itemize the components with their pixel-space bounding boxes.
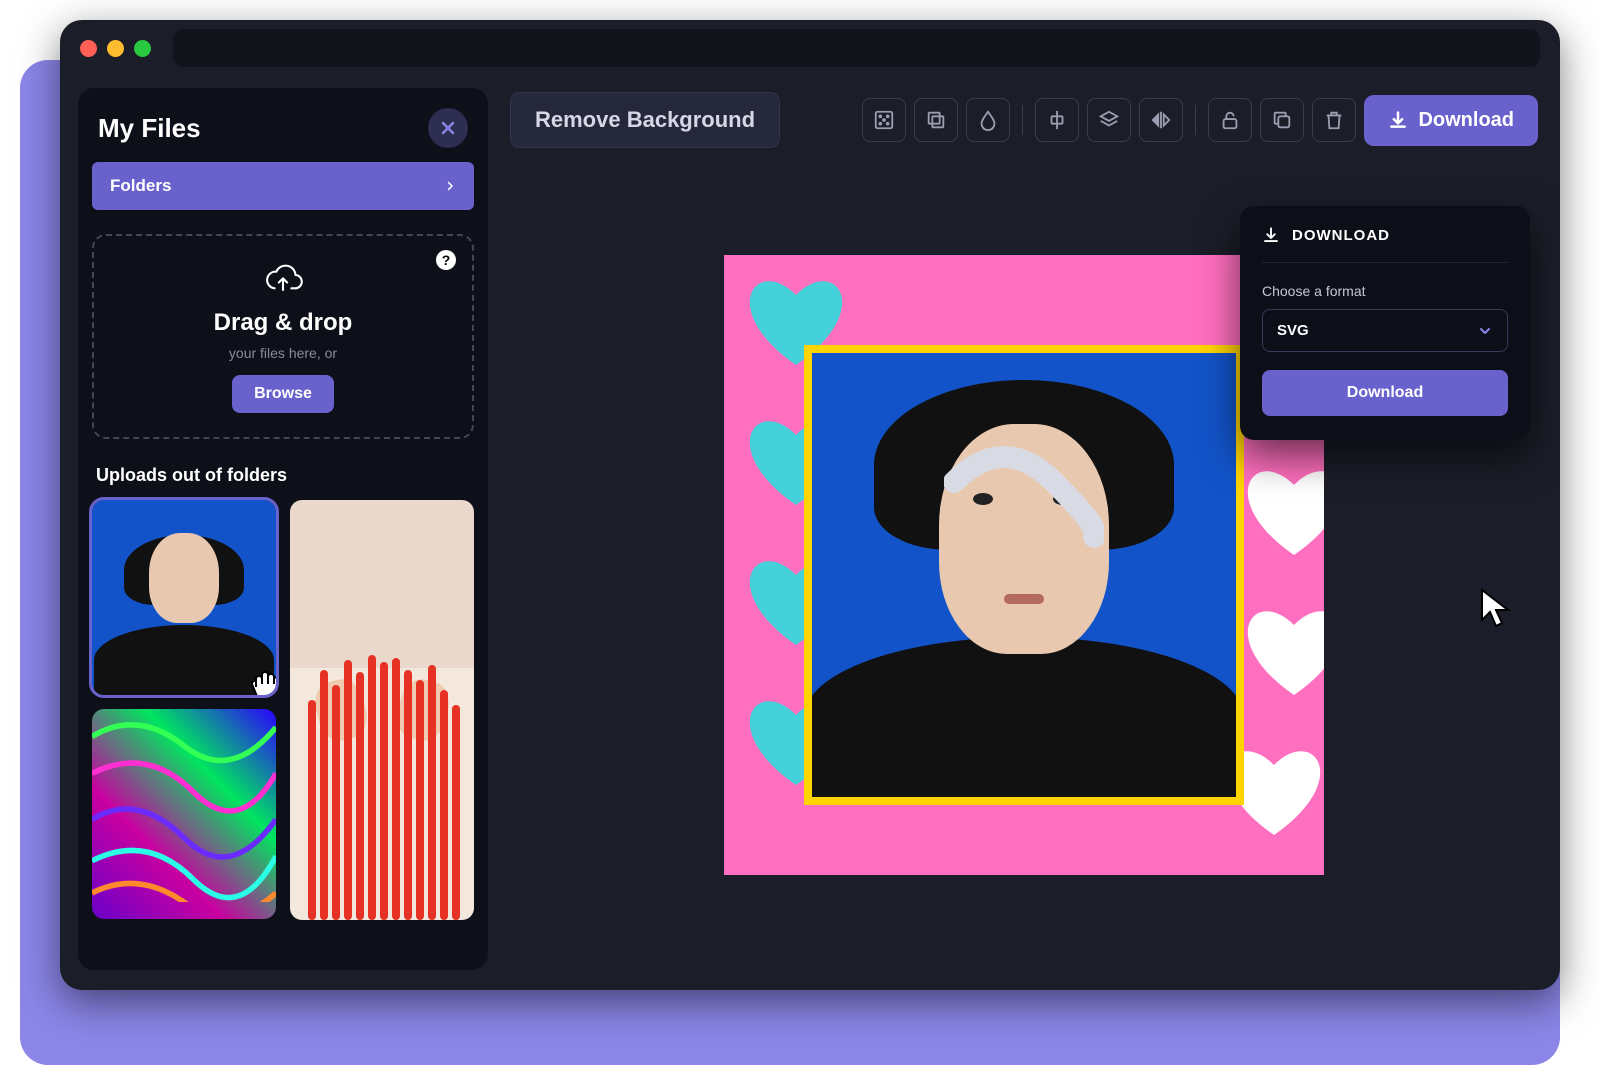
copy-icon[interactable] — [1260, 98, 1304, 142]
toolbar-divider — [1022, 105, 1023, 135]
format-selected-value: SVG — [1277, 322, 1309, 339]
dropzone-title: Drag & drop — [214, 309, 353, 337]
mouse-cursor-icon — [1476, 586, 1518, 628]
toolbar-icon-group: Download — [862, 95, 1538, 146]
heart-shape-white — [1234, 595, 1324, 703]
toolbar-divider — [1195, 105, 1196, 135]
heart-shape-white — [1234, 455, 1324, 563]
close-sidebar-button[interactable] — [428, 108, 468, 148]
format-select[interactable]: SVG — [1262, 309, 1508, 352]
layers-icon[interactable] — [1087, 98, 1131, 142]
download-panel-heading: DOWNLOAD — [1292, 227, 1390, 244]
framed-photo[interactable] — [804, 345, 1244, 805]
upload-dropzone[interactable]: ? Drag & drop your files here, or Browse — [92, 234, 474, 439]
close-icon — [438, 118, 458, 138]
chevron-right-icon — [444, 179, 456, 193]
thumbnail-red-braids[interactable] — [290, 500, 474, 920]
duplicate-icon[interactable] — [914, 98, 958, 142]
dropzone-subtitle: your files here, or — [229, 345, 337, 361]
artboard[interactable] — [724, 255, 1324, 875]
thumbnail-portrait-blue[interactable] — [92, 500, 276, 695]
opacity-drop-icon[interactable] — [966, 98, 1010, 142]
help-icon[interactable]: ? — [436, 250, 456, 270]
files-sidebar: My Files Folders ? Drag & drop your file… — [78, 88, 488, 970]
folders-label: Folders — [110, 176, 171, 196]
address-bar[interactable] — [173, 29, 1540, 67]
browse-button[interactable]: Browse — [232, 375, 334, 413]
background-pattern-icon[interactable] — [862, 98, 906, 142]
window-controls — [80, 40, 151, 57]
thumbnail-abstract-swirl[interactable] — [92, 709, 276, 919]
unlock-icon[interactable] — [1208, 98, 1252, 142]
download-panel: DOWNLOAD Choose a format SVG Download — [1240, 206, 1530, 440]
window-titlebar — [60, 20, 1560, 76]
download-panel-header: DOWNLOAD — [1262, 226, 1508, 263]
close-window-button[interactable] — [80, 40, 97, 57]
editor-toolbar: Remove Background Download — [506, 88, 1542, 160]
maximize-window-button[interactable] — [134, 40, 151, 57]
flip-horizontal-icon[interactable] — [1139, 98, 1183, 142]
chevron-down-icon — [1477, 323, 1493, 339]
cloud-upload-icon — [263, 264, 303, 301]
download-icon — [1388, 110, 1408, 130]
download-button[interactable]: Download — [1364, 95, 1538, 146]
format-field-label: Choose a format — [1262, 283, 1508, 299]
uploads-section-label: Uploads out of folders — [96, 465, 470, 486]
grab-cursor-icon — [246, 665, 276, 695]
remove-background-button[interactable]: Remove Background — [510, 92, 780, 148]
download-confirm-button[interactable]: Download — [1262, 370, 1508, 416]
folders-toggle[interactable]: Folders — [92, 162, 474, 210]
align-center-icon[interactable] — [1035, 98, 1079, 142]
trash-icon[interactable] — [1312, 98, 1356, 142]
sidebar-title: My Files — [98, 113, 201, 144]
app-window: My Files Folders ? Drag & drop your file… — [60, 20, 1560, 990]
minimize-window-button[interactable] — [107, 40, 124, 57]
thumbnail-grid — [92, 500, 474, 950]
download-icon — [1262, 226, 1280, 244]
download-button-label: Download — [1418, 109, 1514, 132]
face-paint-decoration — [944, 442, 1104, 552]
